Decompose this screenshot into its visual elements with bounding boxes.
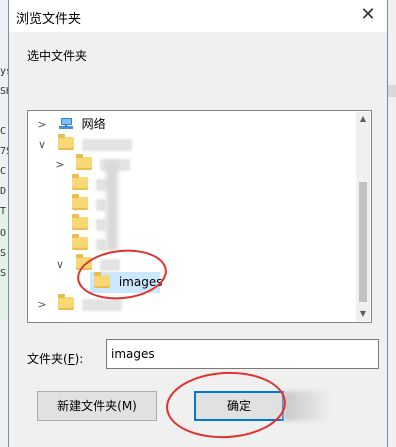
folder-label-end: ): bbox=[74, 352, 84, 366]
folder-icon bbox=[57, 294, 74, 310]
folder-tree[interactable]: > 网络 ∨ > ∨ images > ▲ ▼ bbox=[27, 110, 372, 323]
blurred-label bbox=[81, 138, 132, 151]
instruction-text: 选中文件夹 bbox=[27, 49, 88, 63]
background-text: T bbox=[0, 206, 7, 217]
blurred-label bbox=[95, 238, 106, 251]
tree-item-network[interactable]: > 网络 bbox=[36, 114, 106, 135]
tree-item-label: 网络 bbox=[81, 117, 106, 131]
tree-item-folder[interactable] bbox=[72, 234, 106, 254]
tree-item-folder[interactable]: ∨ bbox=[36, 134, 132, 154]
folder-icon bbox=[72, 234, 88, 250]
folder-icon bbox=[75, 154, 92, 170]
background-text: C bbox=[0, 126, 7, 137]
vertical-scrollbar[interactable]: ▲ ▼ bbox=[356, 112, 370, 321]
chevron-right-icon[interactable]: > bbox=[54, 155, 66, 175]
scroll-up-icon[interactable]: ▲ bbox=[356, 112, 370, 126]
background-window-highlight bbox=[0, 210, 8, 320]
folder-icon bbox=[72, 194, 88, 210]
chevron-right-icon[interactable]: > bbox=[36, 295, 48, 315]
background-text: C bbox=[0, 166, 7, 177]
background-window-right bbox=[388, 0, 396, 447]
blurred-label bbox=[95, 198, 106, 211]
folder-label-text: 文件夹( bbox=[27, 352, 68, 366]
dialog-title: 浏览文件夹 bbox=[16, 12, 82, 27]
background-text: S bbox=[0, 268, 7, 279]
background-text: SH bbox=[0, 86, 8, 97]
title-bar: 浏览文件夹 ✕ bbox=[9, 0, 387, 32]
scroll-down-icon[interactable]: ▼ bbox=[356, 307, 370, 321]
chevron-down-icon[interactable]: ∨ bbox=[54, 255, 66, 275]
background-text: O bbox=[0, 228, 7, 239]
new-folder-button[interactable]: 新建文件夹(M) bbox=[37, 391, 157, 421]
scrollbar-thumb[interactable] bbox=[359, 182, 367, 302]
folder-icon bbox=[72, 174, 88, 190]
background-text: D bbox=[0, 186, 7, 197]
chevron-right-icon[interactable]: > bbox=[36, 115, 48, 135]
folder-input[interactable] bbox=[106, 339, 379, 369]
tree-item-folder[interactable] bbox=[72, 214, 106, 234]
network-icon bbox=[58, 117, 74, 131]
folder-label-accel: F bbox=[67, 352, 75, 366]
chevron-down-icon[interactable]: ∨ bbox=[36, 135, 48, 155]
tree-item-folder[interactable] bbox=[72, 174, 110, 194]
background-text: 7S bbox=[0, 146, 8, 157]
background-text: ys bbox=[0, 66, 8, 77]
close-icon[interactable]: ✕ bbox=[357, 4, 379, 26]
cancel-button-blurred[interactable] bbox=[283, 391, 333, 421]
tree-item-folder[interactable] bbox=[72, 194, 106, 214]
blurred-region bbox=[106, 161, 118, 251]
blurred-label bbox=[81, 298, 122, 311]
tree-item-folder[interactable]: > bbox=[54, 154, 130, 174]
folder-icon bbox=[72, 214, 88, 230]
blurred-label bbox=[95, 218, 106, 231]
background-text: S bbox=[0, 248, 7, 259]
folder-field-label: 文件夹(F): bbox=[27, 350, 83, 367]
folder-icon bbox=[57, 134, 74, 150]
